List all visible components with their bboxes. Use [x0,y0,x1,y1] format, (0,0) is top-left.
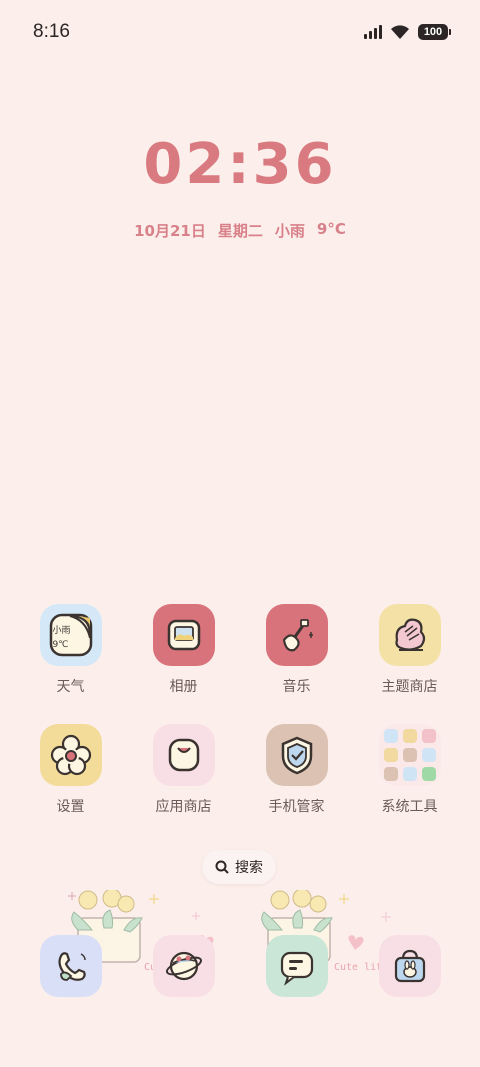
app-settings[interactable]: 设置 [14,724,127,816]
weather-widget-text: 小雨 [52,626,71,636]
weather-icon[interactable]: 小雨 9℃ [39,604,102,666]
clock[interactable]: 02:36 [0,132,480,197]
shield-icon[interactable] [265,724,328,786]
weekday: 星期二 [217,222,263,240]
planet-browser-icon[interactable] [152,935,215,997]
app-gallery[interactable]: 相册 [127,604,240,696]
search-button[interactable]: 搜索 [202,850,276,884]
app-app-store[interactable]: 应用商店 [127,724,240,816]
app-phone-manager[interactable]: 手机管家 [240,724,353,816]
app-label: 相册 [169,679,198,695]
date-line[interactable]: 10月21日 星期二 小雨 9°C [0,220,480,241]
dock [0,935,480,997]
app-system-tools[interactable]: 系统工具 [353,724,466,816]
status-time: 8:16 [33,21,70,42]
app-label: 天气 [56,679,85,695]
app-label: 系统工具 [381,799,438,815]
wifi-icon [391,24,409,39]
weather-widget-temp: 9℃ [52,640,69,650]
app-label: 音乐 [282,679,311,695]
search-label: 搜索 [235,860,263,876]
battery-icon: 100 [418,24,451,40]
status-bar: 8:16 100 [0,0,480,64]
app-store-icon[interactable] [152,724,215,786]
messages-icon[interactable] [265,935,328,997]
gallery-icon[interactable] [152,604,215,666]
folder-grid [383,729,436,781]
app-weather[interactable]: 小雨 9℃ 天气 [14,604,127,696]
app-grid: 小雨 9℃ 天气 相册 音乐 主题商店 设置 应用商店 手机管家 系统工具 [0,604,480,816]
flower-settings-icon[interactable] [39,724,102,786]
bunny-bag-icon[interactable] [378,935,441,997]
theme-store-icon[interactable] [378,604,441,666]
phone-icon[interactable] [39,935,102,997]
date: 10月21日 [134,222,206,240]
status-icons: 100 [364,24,451,40]
temperature: 9°C [316,220,346,238]
folder-icon[interactable] [378,724,441,786]
app-label: 手机管家 [268,799,325,815]
app-theme-store[interactable]: 主题商店 [353,604,466,696]
app-label: 应用商店 [155,799,212,815]
app-music[interactable]: 音乐 [240,604,353,696]
music-guitar-icon[interactable] [265,604,328,666]
signal-icon [364,25,382,39]
weather: 小雨 [274,222,305,240]
search-icon [215,860,229,874]
app-label: 主题商店 [381,679,438,695]
app-label: 设置 [56,799,85,815]
